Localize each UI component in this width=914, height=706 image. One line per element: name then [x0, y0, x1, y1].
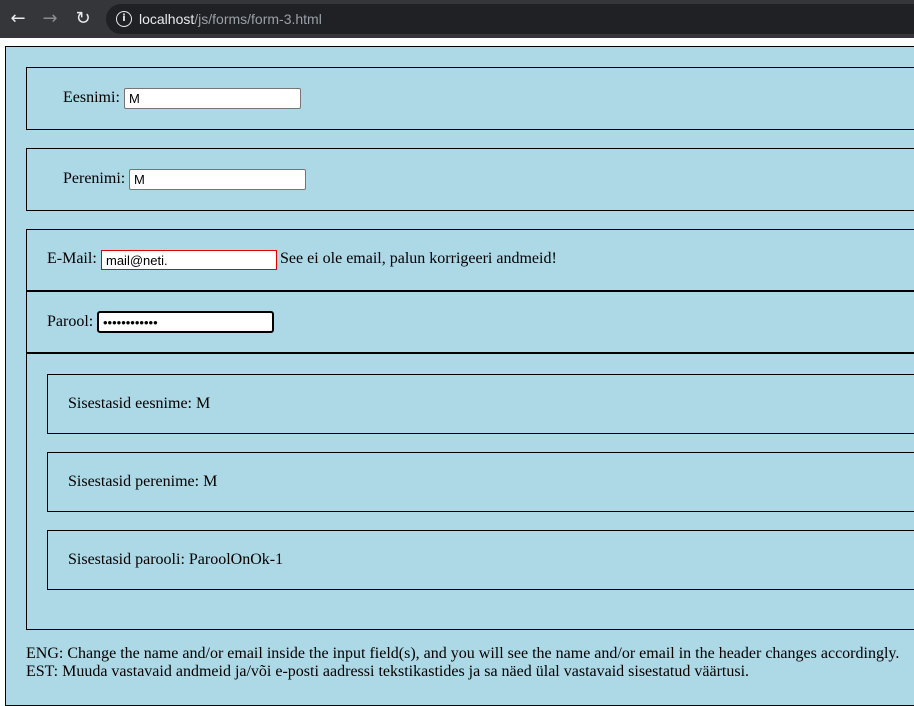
- password-output-text: Sisestasid parooli: ParoolOnOk-1: [68, 551, 284, 568]
- url-host: localhost: [139, 11, 195, 27]
- password-output-box: Sisestasid parooli: ParoolOnOk-1: [47, 530, 914, 590]
- first-name-output-text: Sisestasid eesnime: M: [68, 395, 211, 412]
- password-input[interactable]: [97, 311, 274, 333]
- last-name-label: Perenimi:: [63, 170, 126, 187]
- info-icon[interactable]: i: [116, 11, 132, 27]
- password-fieldset: Parool:: [26, 290, 914, 354]
- reload-icon[interactable]: ↻: [71, 7, 95, 31]
- first-name-fieldset: Eesnimi:: [26, 67, 914, 130]
- url-path: /js/forms/form-3.html: [194, 11, 322, 27]
- password-label: Parool:: [47, 313, 94, 330]
- email-error-text: See ei ole email, palun korrigeeri andme…: [280, 250, 557, 267]
- forward-arrow-icon[interactable]: →: [38, 7, 62, 31]
- footer-eng-text: ENG: Change the name and/or email inside…: [26, 645, 900, 662]
- last-name-fieldset: Perenimi:: [26, 148, 914, 211]
- footer-est-text: EST: Muuda vastavaid andmeid ja/või e-po…: [26, 663, 750, 680]
- browser-toolbar: ← → ↻ i localhost/js/forms/form-3.html: [0, 0, 914, 38]
- last-name-input[interactable]: [129, 169, 306, 190]
- first-name-input[interactable]: [124, 88, 301, 109]
- email-input[interactable]: [101, 250, 277, 270]
- url-text[interactable]: localhost/js/forms/form-3.html: [139, 10, 322, 28]
- first-name-output-box: Sisestasid eesnime: M: [47, 374, 914, 434]
- back-arrow-icon[interactable]: ←: [6, 7, 30, 31]
- page-content: Eesnimi: Perenimi: E-Mail: See ei ole em…: [0, 38, 914, 706]
- address-bar[interactable]: i localhost/js/forms/form-3.html: [106, 4, 914, 34]
- last-name-output-box: Sisestasid perenime: M: [47, 452, 914, 512]
- footer-instructions: ENG: Change the name and/or email inside…: [26, 645, 914, 681]
- email-fieldset: E-Mail: See ei ole email, palun korrigee…: [26, 229, 914, 291]
- last-name-output-text: Sisestasid perenime: M: [68, 473, 218, 490]
- first-name-label: Eesnimi:: [63, 89, 120, 106]
- email-label: E-Mail:: [47, 250, 97, 267]
